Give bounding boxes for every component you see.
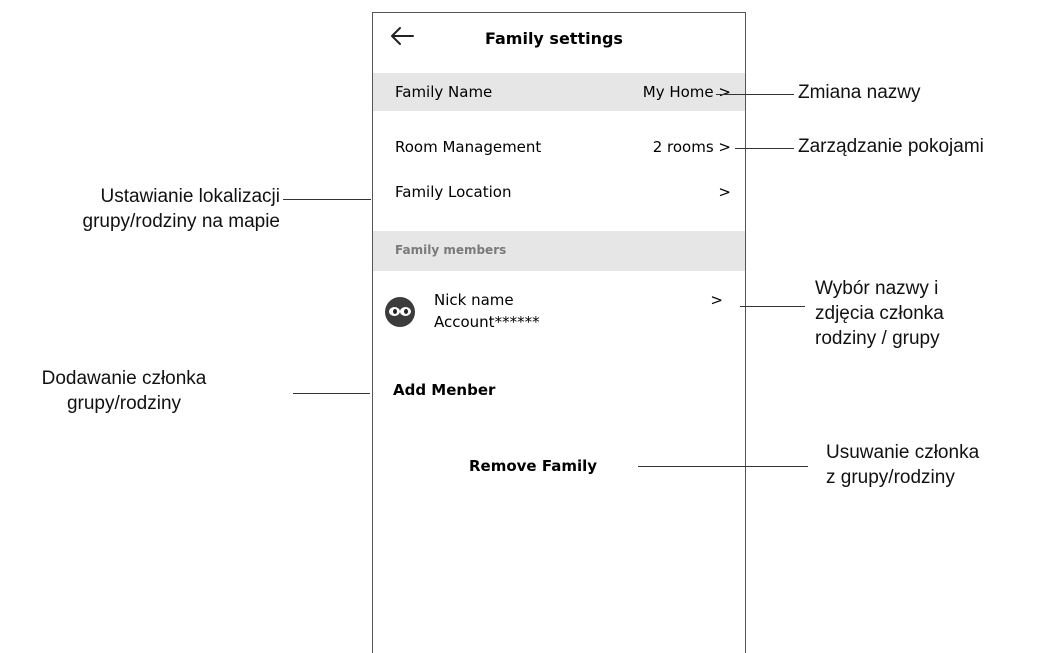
add-member-button[interactable]: Add Menber xyxy=(393,381,495,399)
annotation-line-rooms xyxy=(735,148,794,149)
annotation-member: Wybór nazwy i zdjęcia członka rodziny / … xyxy=(815,278,944,349)
family-location-label: Family Location xyxy=(395,183,512,201)
family-members-section: Family members xyxy=(373,231,745,271)
annotation-rename: Zmiana nazwy xyxy=(798,82,921,103)
room-management-value: 2 rooms > xyxy=(652,138,731,156)
member-arrow: > xyxy=(710,291,723,309)
family-name-label: Family Name xyxy=(395,83,493,101)
header: Family settings xyxy=(373,13,745,69)
family-location-row[interactable]: Family Location > xyxy=(373,178,745,212)
family-name-row[interactable]: Family Name My Home > xyxy=(373,73,745,111)
member-row[interactable]: Nick name Account****** > xyxy=(373,291,745,351)
annotation-line-member xyxy=(740,306,805,307)
family-name-value: My Home > xyxy=(642,83,731,101)
member-account: Account****** xyxy=(434,313,540,331)
remove-family-button[interactable]: Remove Family xyxy=(469,457,597,475)
annotation-line-remove xyxy=(638,466,808,467)
annotation-rooms: Zarządzanie pokojami xyxy=(798,136,984,157)
avatar-icon xyxy=(385,297,415,327)
annotation-location: Ustawianie lokalizacji grupy/rodziny na … xyxy=(82,186,281,232)
annotation-line-add xyxy=(293,393,370,394)
member-nickname: Nick name xyxy=(434,291,514,309)
back-arrow-icon[interactable] xyxy=(389,25,415,47)
room-management-row[interactable]: Room Management 2 rooms > xyxy=(373,133,745,167)
section-title: Family members xyxy=(395,243,507,257)
annotation-line-rename xyxy=(716,94,794,95)
family-location-arrow: > xyxy=(718,183,731,201)
page-title: Family settings xyxy=(485,29,623,48)
annotation-remove: Usuwanie członka z grupy/rodziny xyxy=(826,442,980,488)
room-management-label: Room Management xyxy=(395,138,542,156)
annotation-add: Dodawanie członka grupy/rodziny xyxy=(41,368,207,414)
phone-screen: Family settings Family Name My Home > Ro… xyxy=(372,12,746,653)
annotation-line-location xyxy=(283,199,371,200)
